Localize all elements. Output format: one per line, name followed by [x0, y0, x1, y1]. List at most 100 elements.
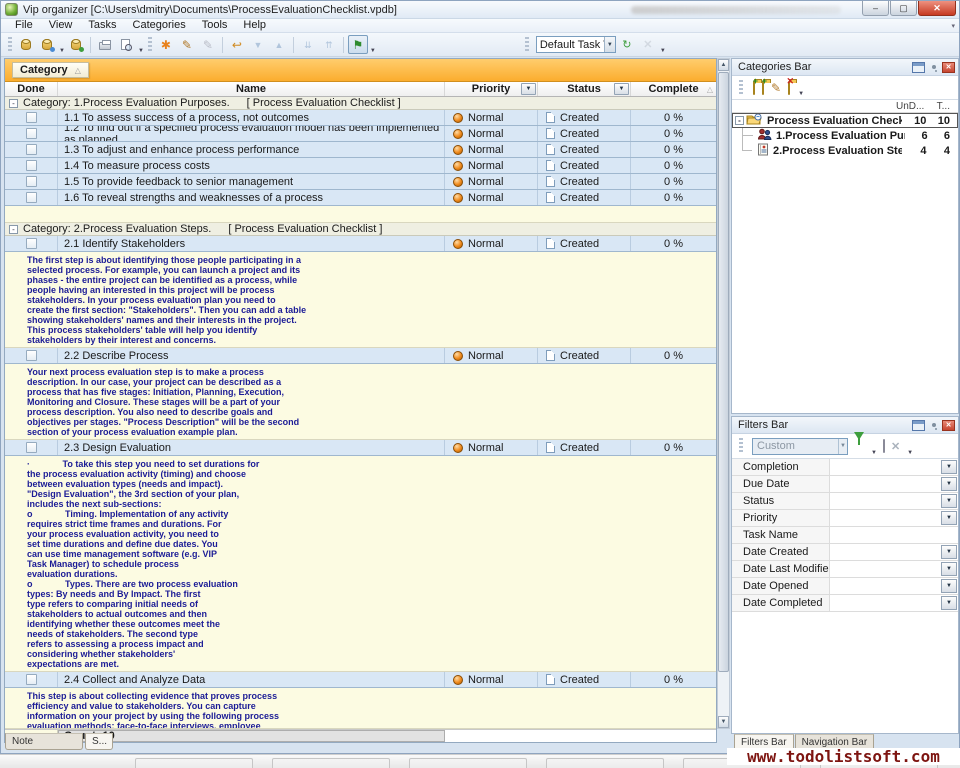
apply-filter-dropdown[interactable]: ▼ — [871, 450, 877, 458]
task-row[interactable]: 2.2 Describe ProcessNormalCreated0 % — [5, 348, 716, 364]
task-done-checkbox[interactable] — [26, 160, 37, 171]
task-done-checkbox[interactable] — [26, 128, 37, 139]
menu-tasks[interactable]: Tasks — [80, 19, 124, 32]
filter-value[interactable]: ▼ — [830, 561, 958, 577]
task-done-checkbox[interactable] — [26, 192, 37, 203]
task-row[interactable]: 1.3 To adjust and enhance process perfor… — [5, 142, 716, 158]
scroll-up-button[interactable]: ▲ — [718, 59, 729, 71]
task-status-cell[interactable]: Created — [538, 236, 631, 251]
task-name-cell[interactable]: 2.1 Identify Stakeholders — [58, 236, 445, 251]
task-status-cell[interactable]: Created — [538, 158, 631, 173]
filter-value[interactable]: ▼ — [830, 510, 958, 526]
column-undone[interactable]: UnD... — [896, 101, 930, 112]
minimize-button[interactable]: – — [862, 1, 889, 16]
filter-dropdown-button[interactable]: ▼ — [941, 579, 957, 593]
task-done-checkbox[interactable] — [26, 176, 37, 187]
goto-task-button[interactable]: ↩ — [227, 35, 247, 54]
move-top-button[interactable]: ⇈ — [319, 35, 339, 54]
task-status-cell[interactable]: Created — [538, 672, 631, 687]
filter-dropdown-button[interactable]: ▼ — [941, 596, 957, 610]
new-task-button[interactable]: ✱ — [156, 35, 176, 54]
task-done-checkbox[interactable] — [26, 674, 37, 685]
delete-task-button[interactable]: ✎ — [198, 35, 218, 54]
task-row[interactable]: 2.4 Collect and Analyze DataNormalCreate… — [5, 672, 716, 688]
task-name-cell[interactable]: 1.5 To provide feedback to senior manage… — [58, 174, 445, 189]
open-database-button[interactable] — [37, 35, 57, 54]
task-name-cell[interactable]: 1.4 To measure process costs — [58, 158, 445, 173]
group-by-category-chip[interactable]: Category△ — [12, 62, 89, 78]
task-priority-cell[interactable]: Normal — [445, 190, 538, 205]
restore-button[interactable]: ▢ — [890, 1, 917, 16]
delete-filter-button[interactable]: ✕ — [891, 440, 900, 453]
task-priority-cell[interactable]: Normal — [445, 142, 538, 157]
clear-view-button[interactable]: ✕ — [638, 35, 658, 54]
task-priority-cell[interactable]: Normal — [445, 158, 538, 173]
task-status-cell[interactable]: Created — [538, 174, 631, 189]
task-name-cell[interactable]: 2.4 Collect and Analyze Data — [58, 672, 445, 687]
task-priority-cell[interactable]: Normal — [445, 236, 538, 251]
task-status-cell[interactable]: Created — [538, 142, 631, 157]
categories-toolbar-overflow[interactable]: ▼ — [798, 91, 804, 99]
task-done-checkbox[interactable] — [26, 112, 37, 123]
task-name-cell[interactable]: 1.6 To reveal strengths and weaknesses o… — [58, 190, 445, 205]
column-header-priority[interactable]: Priority▼ — [445, 82, 538, 96]
delete-category-button[interactable]: ✕ — [788, 82, 790, 94]
category-group-row[interactable]: -Category: 2.Process Evaluation Steps.[ … — [5, 223, 716, 236]
menu-help[interactable]: Help — [235, 19, 274, 32]
task-complete-cell[interactable]: 0 % — [631, 110, 716, 125]
menubar-overflow-button[interactable]: ▾ — [951, 22, 955, 30]
task-status-cell[interactable]: Created — [538, 110, 631, 125]
title-bar[interactable]: Vip organizer [C:\Users\dmitry\Documents… — [1, 1, 959, 19]
task-row[interactable]: 2.1 Identify StakeholdersNormalCreated0 … — [5, 236, 716, 252]
task-priority-cell[interactable]: Normal — [445, 440, 538, 455]
move-down-button[interactable]: ▼ — [248, 35, 268, 54]
task-complete-cell[interactable]: 0 % — [631, 142, 716, 157]
task-priority-cell[interactable]: Normal — [445, 110, 538, 125]
task-priority-cell[interactable]: Normal — [445, 672, 538, 687]
task-complete-cell[interactable]: 0 % — [631, 158, 716, 173]
task-name-cell[interactable]: 1.2 To find out if a specified process e… — [58, 126, 445, 141]
filter-dropdown-button[interactable]: ▼ — [941, 477, 957, 491]
move-bottom-button[interactable]: ⇊ — [298, 35, 318, 54]
toolbar-overflow-button[interactable]: ▼ — [660, 48, 666, 56]
task-row[interactable]: 1.4 To measure process costsNormalCreate… — [5, 158, 716, 174]
task-priority-cell[interactable]: Normal — [445, 174, 538, 189]
scroll-down-button[interactable]: ▼ — [718, 716, 729, 728]
task-name-cell[interactable]: 1.1 To assess success of a process, not … — [58, 110, 445, 125]
column-header-done[interactable]: Done — [5, 82, 58, 96]
task-complete-cell[interactable]: 0 % — [631, 440, 716, 455]
tree-item[interactable]: 2.Process Evaluation Steps.44 — [732, 143, 958, 158]
task-done-checkbox[interactable] — [26, 238, 37, 249]
vertical-scrollbar[interactable]: ▲ ▼ — [717, 58, 730, 729]
new-category-button[interactable]: + — [753, 82, 755, 94]
menu-file[interactable]: File — [7, 19, 41, 32]
filter-value[interactable]: ▼ — [830, 595, 958, 611]
filter-dropdown-button[interactable]: ▼ — [941, 545, 957, 559]
task-name-cell[interactable]: 2.3 Design Evaluation — [58, 440, 445, 455]
task-complete-cell[interactable]: 0 % — [631, 126, 716, 141]
filter-dropdown[interactable]: ▼ — [370, 48, 376, 56]
filter-button[interactable]: ⚑ — [348, 35, 368, 54]
tab-s[interactable]: S... — [85, 733, 113, 750]
category-group-row[interactable]: -Category: 1.Process Evaluation Purposes… — [5, 97, 716, 110]
priority-filter-dropdown[interactable]: ▼ — [521, 83, 536, 95]
open-database-dropdown[interactable]: ▼ — [59, 48, 65, 56]
tree-item[interactable]: -Process Evaluation Checklist1010 — [732, 113, 958, 128]
print-dropdown[interactable]: ▼ — [138, 48, 144, 56]
filter-value[interactable]: ▼ — [830, 476, 958, 492]
collapse-icon[interactable]: - — [9, 99, 18, 108]
column-total[interactable]: T... — [930, 101, 958, 112]
task-status-cell[interactable]: Created — [538, 440, 631, 455]
collapse-icon[interactable]: - — [9, 225, 18, 234]
task-view-combo[interactable]: Default Task V ▼ — [536, 36, 616, 53]
filter-value[interactable]: ▼ — [830, 459, 958, 475]
task-row[interactable]: 1.1 To assess success of a process, not … — [5, 110, 716, 126]
task-status-cell[interactable]: Created — [538, 190, 631, 205]
filter-value[interactable]: ▼ — [830, 544, 958, 560]
pin-icon[interactable] — [927, 420, 940, 431]
filter-dropdown-button[interactable]: ▼ — [941, 511, 957, 525]
column-header-name[interactable]: Name — [58, 82, 445, 96]
apply-view-button[interactable]: ↻ — [617, 35, 637, 54]
menu-tools[interactable]: Tools — [194, 19, 236, 32]
menu-view[interactable]: View — [41, 19, 81, 32]
